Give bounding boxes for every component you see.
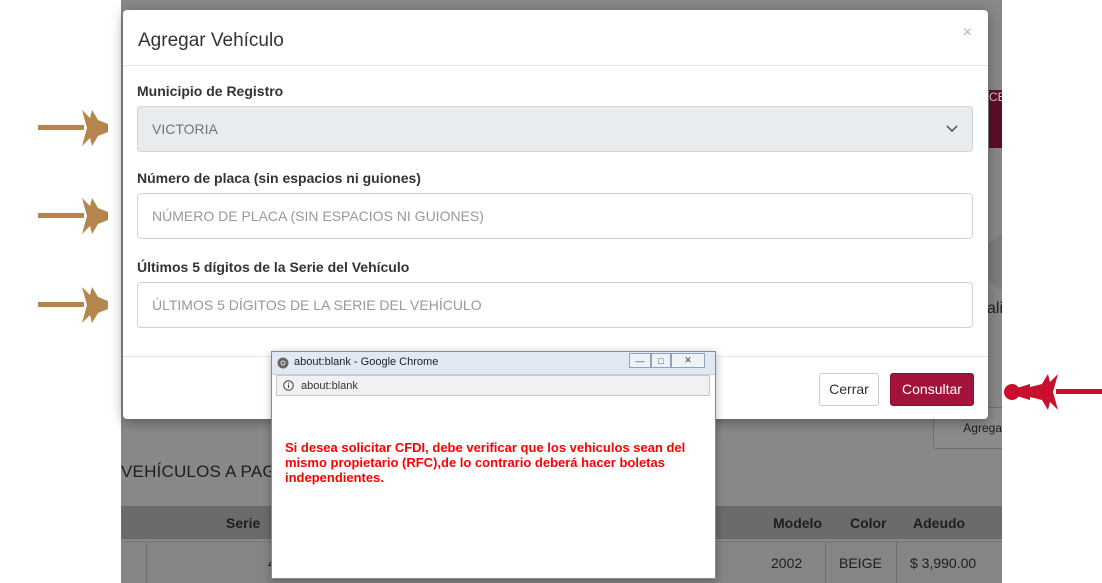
td-color: BEIGE	[839, 555, 882, 571]
background-edge-button: CE	[989, 90, 1002, 148]
serie-input[interactable]	[137, 282, 973, 328]
close-window-icon[interactable]: ✕	[671, 353, 705, 368]
modal-title: Agregar Vehículo	[138, 30, 284, 51]
cell-divider	[825, 542, 826, 583]
cell-divider	[146, 542, 147, 583]
popup-address-bar[interactable]: about:blank	[276, 375, 710, 396]
gold-arrow-icon	[38, 198, 108, 234]
popup-title: about:blank - Google Chrome	[294, 356, 439, 368]
modal-header-divider	[123, 65, 988, 66]
th-serie: Serie	[226, 515, 261, 531]
td-modelo: 2002	[771, 555, 803, 571]
municipio-label: Municipio de Registro	[137, 83, 284, 99]
info-icon	[283, 380, 294, 391]
municipio-select[interactable]: VICTORIA	[137, 106, 973, 152]
gold-arrow-icon	[38, 110, 108, 146]
cfdi-warning-message: Si desea solicitar CFDI, debe verificar …	[285, 440, 686, 485]
popup-url: about:blank	[301, 379, 358, 392]
close-icon[interactable]: ×	[963, 24, 972, 42]
maximize-icon[interactable]: □	[651, 353, 671, 368]
consultar-button[interactable]: Consultar	[890, 373, 974, 406]
red-arrow-icon	[1004, 374, 1102, 410]
chrome-popup-window: about:blank - Google Chrome — □ ✕ about:…	[271, 351, 716, 579]
chrome-icon	[277, 357, 289, 369]
gold-arrow-icon	[38, 287, 108, 323]
background-edge-text: ali	[987, 300, 1002, 317]
chevron-down-icon	[946, 125, 958, 133]
td-adeudo: $ 3,990.00	[910, 555, 977, 571]
th-modelo: Modelo	[773, 515, 822, 531]
window-controls: — □ ✕	[629, 353, 705, 370]
placa-input[interactable]	[137, 193, 973, 239]
serie-label: Últimos 5 dígitos de la Serie del Vehícu…	[137, 259, 410, 275]
placa-label: Número de placa (sin espacios ni guiones…	[137, 170, 421, 186]
popup-titlebar[interactable]: about:blank - Google Chrome — □ ✕	[272, 352, 715, 375]
cell-divider	[896, 542, 897, 583]
minimize-icon[interactable]: —	[629, 353, 651, 368]
th-color: Color	[850, 515, 887, 531]
municipio-value: VICTORIA	[152, 121, 218, 137]
th-adeudo: Adeudo	[913, 515, 966, 531]
cerrar-button[interactable]: Cerrar	[819, 373, 879, 406]
